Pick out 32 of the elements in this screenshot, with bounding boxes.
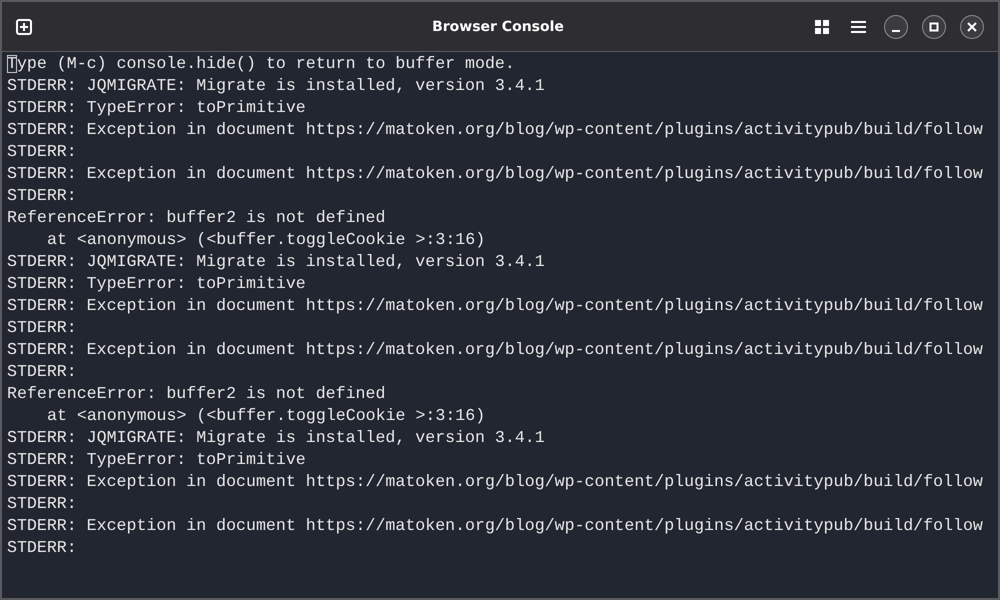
- console-line: STDERR: Exception in document https://matoken.org/blog/wp-content/plugins/activitypub/build/follow: [7, 516, 983, 535]
- console-line: STDERR:: [7, 362, 77, 381]
- console-line: STDERR:: [7, 318, 77, 337]
- console-line: at <anonymous> (<buffer.toggleCookie >:3:16): [47, 230, 486, 249]
- window-title: Browser Console: [432, 18, 564, 34]
- console-line: STDERR: JQMIGRATE: Migrate is installed, version 3.4.1: [7, 428, 545, 447]
- maximize-icon: [929, 22, 939, 32]
- console-line: STDERR: TypeError: toPrimitive: [7, 450, 306, 469]
- console-line: STDERR: TypeError: toPrimitive: [7, 274, 306, 293]
- plus-icon: [16, 18, 32, 34]
- console-line: STDERR: Exception in document https://matoken.org/blog/wp-content/plugins/activitypub/build/follow: [7, 120, 983, 139]
- console-line: STDERR: Exception in document https://matoken.org/blog/wp-content/plugins/activitypub/build/follow: [7, 472, 983, 491]
- console-line: STDERR: JQMIGRATE: Migrate is installed, version 3.4.1: [7, 252, 545, 271]
- console-line: ReferenceError: buffer2 is not defined: [7, 384, 386, 403]
- minimize-button[interactable]: [884, 14, 908, 38]
- maximize-button[interactable]: [922, 14, 946, 38]
- console-line: STDERR: JQMIGRATE: Migrate is installed, version 3.4.1: [7, 76, 545, 95]
- console-line: STDERR:: [7, 142, 77, 161]
- console-line: STDERR: TypeError: toPrimitive: [7, 98, 306, 117]
- console-line: STDERR: Exception in document https://matoken.org/blog/wp-content/plugins/activitypub/build/follow: [7, 296, 983, 315]
- console-line: ReferenceError: buffer2 is not defined: [7, 208, 386, 227]
- menu-icon: [851, 20, 866, 32]
- console-line: STDERR:: [7, 494, 77, 513]
- console-line: at <anonymous> (<buffer.toggleCookie >:3:16): [47, 406, 486, 425]
- close-icon: [967, 22, 977, 32]
- minimize-icon: [892, 30, 900, 32]
- console-line: STDERR:: [7, 538, 77, 557]
- console-line: STDERR: Exception in document https://matoken.org/blog/wp-content/plugins/activitypub/build/follow: [7, 164, 983, 183]
- close-button[interactable]: [960, 14, 984, 38]
- console-line: STDERR:: [7, 186, 77, 205]
- console-line: STDERR: Exception in document https://matoken.org/blog/wp-content/plugins/activitypub/build/follow: [7, 340, 983, 359]
- grid-icon: [815, 20, 829, 34]
